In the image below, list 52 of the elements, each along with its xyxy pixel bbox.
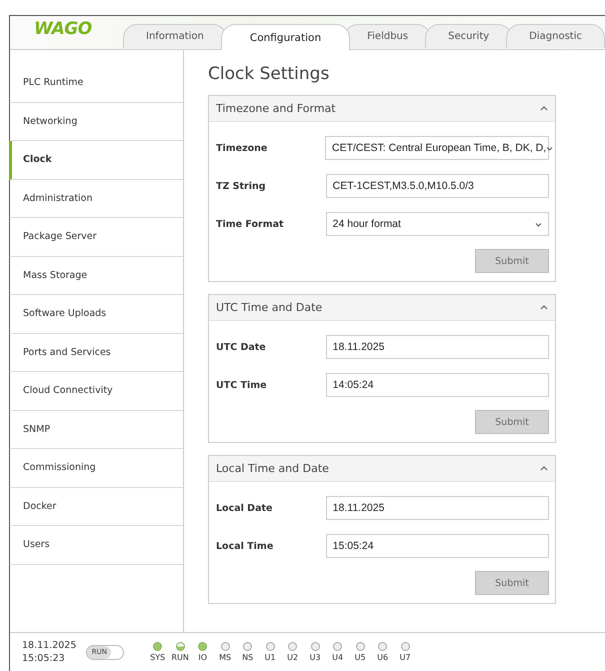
panel-title: UTC Time and Date (216, 301, 322, 314)
input-field[interactable]: 18.11.2025 (326, 335, 549, 359)
led-label: U2 (287, 653, 298, 662)
field-label: UTC Date (216, 342, 267, 352)
field-label: Local Date (216, 502, 274, 514)
sidebar-item[interactable]: Docker (9, 488, 183, 526)
field-label: Time Format (216, 218, 285, 230)
sidebar-item[interactable]: Networking (9, 102, 183, 141)
field-label: Local Time (216, 540, 274, 552)
field-label: TZ String (216, 180, 267, 192)
sidebar-item[interactable]: Commissioning (9, 449, 183, 488)
panel-title: Timezone and Format (216, 102, 336, 115)
caret-icon (535, 222, 542, 226)
led-label: NS (242, 653, 254, 662)
led-label: U1 (264, 653, 276, 662)
sidebar-item[interactable]: Users (9, 526, 183, 564)
sidebar-item[interactable]: SNMP (9, 410, 183, 449)
collapse-icon[interactable] (540, 305, 548, 310)
input-field[interactable]: CET-1CEST,M3.5.0,M10.5.0/3 (326, 174, 549, 198)
led-label: SYS (150, 653, 166, 662)
led-label: RUN (171, 653, 189, 662)
sidebar-item[interactable]: Software Uploads (9, 295, 183, 334)
sidebar-item[interactable]: Ports and Services (9, 334, 183, 372)
led-label: IO (198, 653, 207, 662)
led-label: U7 (400, 653, 411, 662)
nav-tab[interactable]: Configuration (220, 24, 350, 50)
panel-title: Local Time and Date (216, 462, 329, 475)
led-label: MS (219, 653, 232, 662)
sidebar-item[interactable]: Mass Storage (9, 256, 183, 295)
field-label: Timezone (216, 142, 268, 154)
sidebar-item[interactable]: Package Server (9, 218, 183, 256)
collapse-icon[interactable] (540, 106, 548, 111)
led-label: U4 (332, 653, 344, 662)
page-title: Clock Settings (208, 64, 330, 84)
led-label: U3 (310, 653, 321, 662)
nav-tab[interactable]: Diagnostic (506, 24, 605, 48)
input-field[interactable]: 18.11.2025 (326, 496, 549, 520)
caret-icon (546, 146, 554, 150)
status-date: 18.11.2025 (22, 639, 76, 652)
logo: WAGO (34, 19, 92, 39)
led-label: U6 (377, 653, 388, 662)
sidebar-item[interactable]: Administration (9, 180, 183, 218)
field-label: UTC Time (216, 380, 268, 390)
dropdown[interactable]: 24 hour format (326, 212, 549, 236)
input-field[interactable]: 14:05:24 (326, 373, 549, 397)
sidebar-item[interactable]: Cloud Connectivity (9, 372, 183, 410)
input-field[interactable]: 15:05:24 (326, 534, 549, 558)
status-time: 15:05:23 (22, 652, 66, 665)
led-label: U5 (354, 653, 366, 662)
sidebar-item[interactable]: Clock (9, 141, 183, 180)
sidebar-item[interactable]: PLC Runtime (9, 64, 183, 102)
collapse-icon[interactable] (540, 466, 548, 471)
